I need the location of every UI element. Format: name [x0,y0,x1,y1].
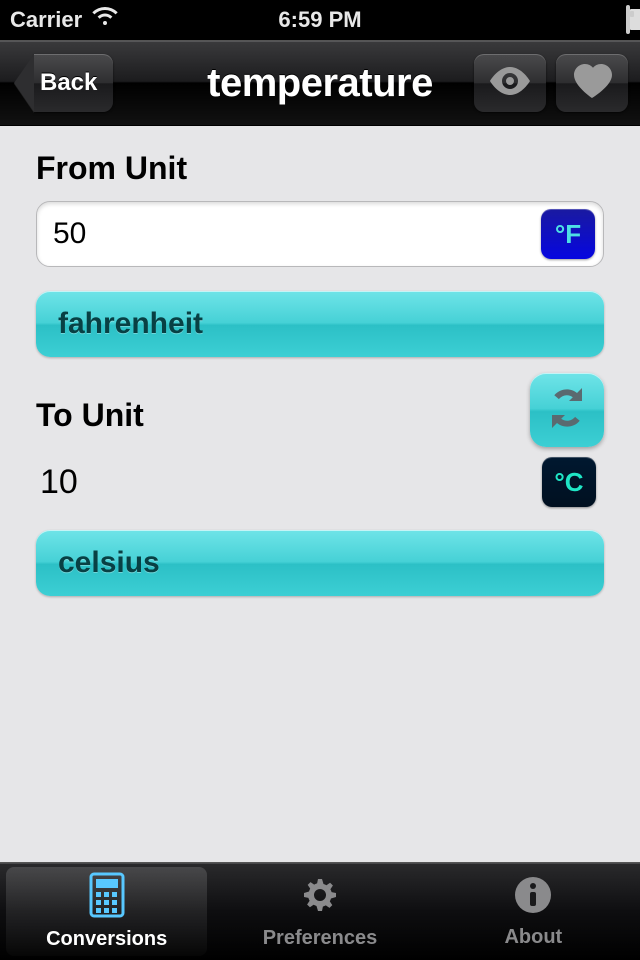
to-output-row: 10 °C [36,454,604,510]
back-button[interactable]: Back [14,54,113,112]
content-area: From Unit °F fahrenheit To Unit 10 °C ce… [0,126,640,862]
to-unit-name: celsius [58,546,160,580]
from-value-input[interactable] [53,217,541,251]
page-title: temperature [207,61,433,106]
from-unit-selector[interactable]: fahrenheit [36,291,604,357]
from-section-label: From Unit [36,150,604,187]
back-button-label: Back [34,54,113,112]
to-section-label: To Unit [36,397,604,434]
eye-icon [488,67,532,100]
tab-label: Conversions [46,928,167,951]
swap-icon [545,386,589,435]
from-input-row: °F [36,201,604,267]
favorite-button[interactable] [556,54,628,112]
tab-about[interactable]: About [427,863,640,960]
swap-button[interactable] [530,373,604,447]
info-icon [512,874,554,922]
battery-icon [626,7,630,33]
tab-conversions[interactable]: Conversions [0,863,213,960]
tab-preferences[interactable]: Preferences [213,863,426,960]
visibility-button[interactable] [474,54,546,112]
to-unit-selector[interactable]: celsius [36,530,604,596]
nav-bar: Back temperature [0,40,640,126]
status-bar: Carrier 6:59 PM [0,0,640,40]
to-value: 10 [40,463,78,502]
heart-icon [572,64,612,103]
gear-icon [298,873,342,923]
to-unit-badge[interactable]: °C [542,457,596,507]
from-unit-badge[interactable]: °F [541,209,595,259]
calculator-icon [87,872,127,924]
tab-label: Preferences [263,927,378,950]
from-unit-name: fahrenheit [58,307,203,341]
tab-label: About [504,926,562,949]
wifi-icon [92,7,118,33]
clock: 6:59 PM [278,7,361,33]
tab-bar: Conversions Preferences About [0,862,640,960]
carrier-label: Carrier [10,7,82,33]
